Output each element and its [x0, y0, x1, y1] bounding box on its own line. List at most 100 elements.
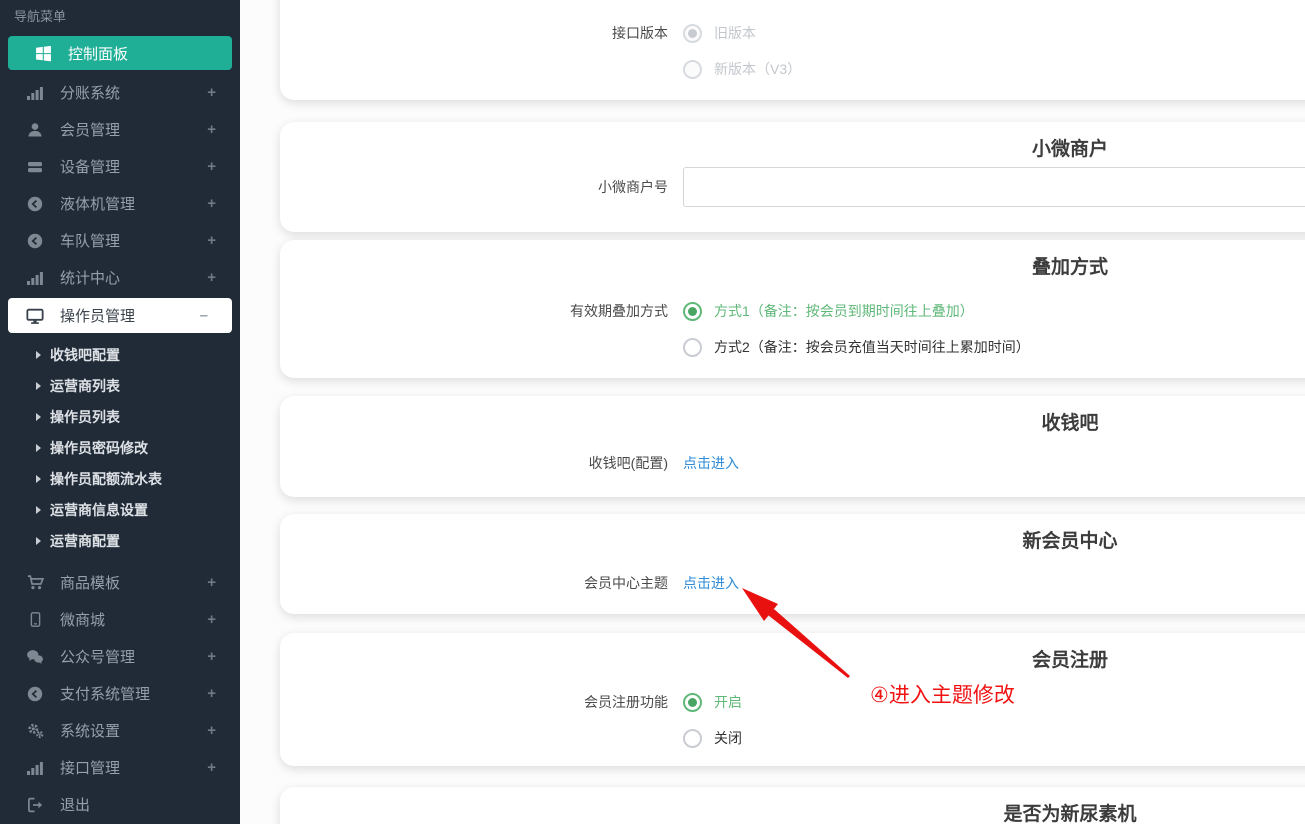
card-shouqianba: 收钱吧 收钱吧(配置) 点击进入: [280, 396, 1305, 497]
expand-plus-icon: +: [207, 121, 216, 138]
caret-right-icon: [36, 382, 41, 390]
submenu-label: 操作员密码修改: [50, 438, 148, 458]
sidebar-subitem-shouqianba-config[interactable]: 收钱吧配置: [0, 339, 240, 370]
expand-plus-icon: +: [207, 574, 216, 591]
monitor-icon: [26, 307, 44, 325]
section-title: 是否为新尿素机: [280, 799, 1305, 824]
expand-plus-icon: +: [207, 195, 216, 212]
circle-back-icon: [26, 195, 44, 213]
device-list-icon: [26, 158, 44, 176]
radio-register-off[interactable]: [683, 729, 702, 748]
sidebar-item-label: 控制面板: [68, 43, 232, 64]
section-title: 小微商户: [280, 134, 1305, 161]
sidebar-item-label: 系统设置: [60, 720, 207, 741]
sidebar-item-dashboard[interactable]: 控制面板: [8, 36, 232, 70]
radio-option-label: 方式2（备注：按会员充值当天时间往上累加时间）: [714, 337, 1030, 357]
sidebar-subitem-operator-list2[interactable]: 操作员列表: [0, 401, 240, 432]
submenu-label: 运营商列表: [50, 376, 120, 396]
sidebar-item-label: 分账系统: [60, 82, 207, 103]
sidebar-item-micro-mall[interactable]: 微商城 +: [0, 601, 240, 638]
sidebar-item-label: 统计中心: [60, 267, 207, 288]
sidebar-subitem-quota-flow[interactable]: 操作员配额流水表: [0, 463, 240, 494]
sidebar-item-system-settings[interactable]: 系统设置 +: [0, 712, 240, 749]
circle-back-icon: [26, 685, 44, 703]
radio-old-version[interactable]: [683, 24, 702, 43]
caret-right-icon: [36, 413, 41, 421]
submenu-label: 操作员列表: [50, 407, 120, 427]
radio-new-version-v3[interactable]: [683, 60, 702, 79]
expand-plus-icon: +: [207, 611, 216, 628]
field-label: 接口版本: [280, 15, 668, 51]
sidebar-item-label: 公众号管理: [60, 646, 207, 667]
submenu-label: 操作员配额流水表: [50, 469, 162, 489]
radio-mode1[interactable]: [683, 302, 702, 321]
annotation-text: ④进入主题修改: [870, 679, 1015, 709]
expand-plus-icon: +: [207, 84, 216, 101]
section-title: 收钱吧: [280, 408, 1305, 435]
sidebar-item-label: 车队管理: [60, 230, 207, 251]
sidebar-item-label: 退出: [60, 794, 216, 815]
expand-plus-icon: +: [207, 685, 216, 702]
sidebar-item-payment-system[interactable]: 支付系统管理 +: [0, 675, 240, 712]
section-title: 新会员中心: [280, 526, 1305, 553]
sidebar-item-label: 会员管理: [60, 119, 207, 140]
sidebar: 导航菜单 控制面板 分账系统 + 会员管理 +: [0, 0, 240, 824]
expand-plus-icon: +: [207, 232, 216, 249]
radio-mode2[interactable]: [683, 338, 702, 357]
sidebar-item-liquid-machine[interactable]: 液体机管理 +: [0, 185, 240, 222]
user-icon: [26, 121, 44, 139]
section-title: 会员注册: [280, 645, 1305, 672]
sidebar-subitem-operator-config[interactable]: 运营商配置: [0, 525, 240, 556]
sidebar-item-label: 液体机管理: [60, 193, 207, 214]
expand-plus-icon: +: [207, 648, 216, 665]
sidebar-item-fleet[interactable]: 车队管理 +: [0, 222, 240, 259]
expand-plus-icon: +: [207, 722, 216, 739]
collapse-minus-icon: –: [200, 307, 208, 324]
gears-icon: [26, 722, 44, 740]
sidebar-item-split-account[interactable]: 分账系统 +: [0, 74, 240, 111]
sidebar-item-label: 设备管理: [60, 156, 207, 177]
phone-icon: [26, 611, 44, 629]
caret-right-icon: [36, 351, 41, 359]
card-interface-version: 接口版本 旧版本 新版本（V3）: [280, 0, 1305, 100]
sidebar-item-devices[interactable]: 设备管理 +: [0, 148, 240, 185]
sidebar-subitem-operator-info[interactable]: 运营商信息设置: [0, 494, 240, 525]
sidebar-item-logout[interactable]: 退出: [0, 786, 240, 823]
card-member-center: 新会员中心 会员中心主题 点击进入: [280, 514, 1305, 614]
field-label: 会员中心主题: [280, 565, 668, 601]
sidebar-item-label: 支付系统管理: [60, 683, 207, 704]
sidebar-header: 导航菜单: [0, 0, 240, 30]
sidebar-item-interface-mgmt[interactable]: 接口管理 +: [0, 749, 240, 786]
sidebar-item-label: 操作员管理: [60, 305, 200, 326]
caret-right-icon: [36, 537, 41, 545]
field-label: 收钱吧(配置): [280, 445, 668, 481]
shouqianba-enter-link[interactable]: 点击进入: [683, 453, 739, 473]
sidebar-item-operators[interactable]: 操作员管理 –: [8, 298, 232, 333]
sidebar-item-members[interactable]: 会员管理 +: [0, 111, 240, 148]
card-micro-merchant: 小微商户 小微商户号: [280, 122, 1305, 232]
sidebar-subitem-password-change[interactable]: 操作员密码修改: [0, 432, 240, 463]
member-center-theme-link[interactable]: 点击进入: [683, 573, 739, 593]
card-stack-mode: 叠加方式 有效期叠加方式 方式1（备注：按会员到期时间往上叠加） 方式2（备注：…: [280, 240, 1305, 378]
card-member-register: 会员注册 会员注册功能 开启 关闭: [280, 633, 1305, 766]
sidebar-item-label: 商品模板: [60, 572, 207, 593]
caret-right-icon: [36, 475, 41, 483]
field-label: 小微商户号: [280, 169, 668, 205]
micro-merchant-number-input[interactable]: [683, 167, 1305, 207]
sidebar-item-label: 微商城: [60, 609, 207, 630]
signal-bars-icon: [26, 84, 44, 102]
sidebar-item-product-template[interactable]: 商品模板 +: [0, 564, 240, 601]
signal-bars-icon: [26, 759, 44, 777]
main-content: 接口版本 旧版本 新版本（V3） 小微商户 小微商户号 叠加方式 有效期叠加方式…: [240, 0, 1305, 824]
radio-option-label: 方式1（备注：按会员到期时间往上叠加）: [714, 301, 974, 321]
submenu-label: 收钱吧配置: [50, 345, 120, 365]
sidebar-item-official-account[interactable]: 公众号管理 +: [0, 638, 240, 675]
card-urea-machine: 是否为新尿素机: [280, 787, 1305, 824]
radio-option-label: 新版本（V3）: [714, 59, 801, 79]
wechat-icon: [26, 648, 44, 666]
field-label: 有效期叠加方式: [280, 293, 668, 329]
sidebar-subitem-operator-list1[interactable]: 运营商列表: [0, 370, 240, 401]
radio-register-on[interactable]: [683, 693, 702, 712]
sidebar-item-stats-center[interactable]: 统计中心 +: [0, 259, 240, 296]
expand-plus-icon: +: [207, 269, 216, 286]
